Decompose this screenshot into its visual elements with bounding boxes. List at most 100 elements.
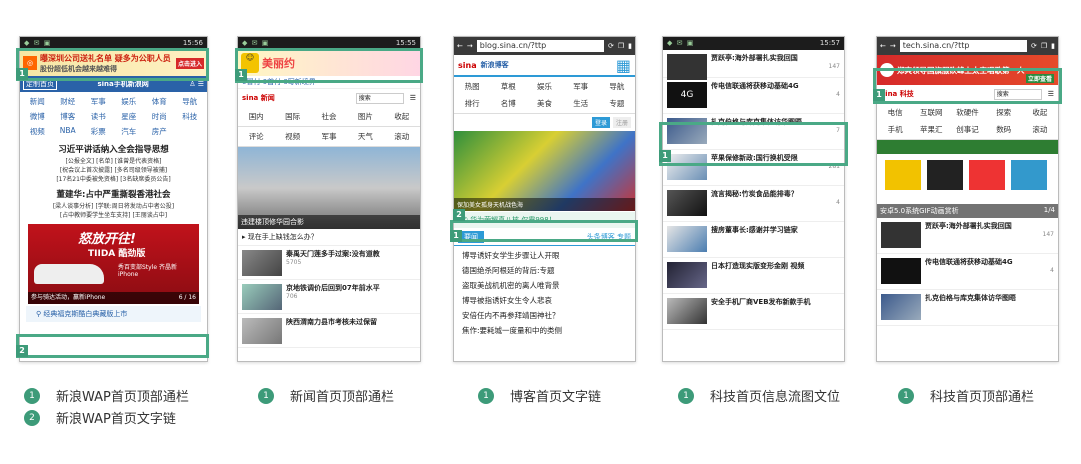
- menu-item[interactable]: 娱乐: [114, 96, 145, 107]
- bookmark-icon[interactable]: ▮: [1051, 42, 1055, 50]
- featured-image[interactable]: 安卓5.0系统GIF动画赏析 1/4: [877, 140, 1058, 218]
- list-item[interactable]: 搜房董事长:感谢并学习链家: [663, 222, 844, 258]
- login-button[interactable]: 登录: [591, 117, 610, 128]
- text-link-row[interactable]: ✆ 华为荣耀真八核 仅需998！: [454, 212, 635, 228]
- back-icon[interactable]: ←: [880, 42, 886, 50]
- nav-item[interactable]: 创事记: [949, 124, 985, 135]
- menu-item[interactable]: 星座: [114, 111, 145, 122]
- nav-item[interactable]: 互联网: [913, 107, 949, 118]
- refresh-icon[interactable]: ⟳: [608, 42, 614, 50]
- list-item[interactable]: 4G 传电信联通将获移动基础4G 4: [663, 78, 844, 114]
- menu-item[interactable]: 读书: [83, 111, 114, 122]
- menu-item[interactable]: 微博: [22, 111, 53, 122]
- text-link[interactable]: [占中教师要学生坐车支持]: [60, 212, 131, 219]
- menu-item[interactable]: 时尚: [144, 111, 175, 122]
- menu-item[interactable]: 财经: [53, 96, 84, 107]
- nav-item[interactable]: 生活: [563, 98, 599, 109]
- list-item[interactable]: 博导诱奸女学生步骤让人开眼: [462, 248, 627, 263]
- text-link[interactable]: [多名司级领导被捕]: [114, 167, 167, 174]
- list-item[interactable]: 安全手机厂商VEB发布新款手机: [663, 294, 844, 330]
- list-item[interactable]: 扎克伯格与库克集体访华图晤 7: [663, 114, 844, 150]
- menu-item[interactable]: 彩票: [83, 126, 114, 137]
- nav-item[interactable]: 评论: [238, 131, 274, 142]
- list-item[interactable]: 流言揭秘:竹炭食品能排毒？ 4: [663, 186, 844, 222]
- menu-item[interactable]: 军事: [83, 96, 114, 107]
- list-item[interactable]: 日本打造现实版变形金刚 视频: [663, 258, 844, 294]
- ad-button[interactable]: 立即查看: [1025, 74, 1054, 83]
- list-item[interactable]: 博导被指诱奸女生令人悲哀: [462, 293, 627, 308]
- list-item[interactable]: 苹果保修新政:国行换机受限 281: [663, 150, 844, 186]
- list-item[interactable]: 贾跃亭:海外部署扎实我回国 147: [877, 218, 1058, 254]
- nav-item[interactable]: 名博: [490, 98, 526, 109]
- menu-icon[interactable]: ☰: [1048, 90, 1054, 98]
- text-link[interactable]: [谁曾是代表资格]: [115, 158, 162, 165]
- featured-image[interactable]: 违建楼顶修华园合影: [238, 147, 420, 229]
- grid-menu-icon[interactable]: ▦: [616, 56, 631, 75]
- list-item[interactable]: 盗取美战机机密的离人唯背景: [462, 278, 627, 293]
- nav-item[interactable]: 美食: [526, 98, 562, 109]
- forward-icon[interactable]: →: [890, 42, 896, 50]
- text-link[interactable]: [学联:周日将发动占中者公投]: [95, 203, 174, 210]
- list-title[interactable]: ▸ 现在手上缺钱怎么办？: [238, 229, 420, 246]
- menu-item[interactable]: 新闻: [22, 96, 53, 107]
- list-item[interactable]: 传电信联通将获移动基础4G 4: [877, 254, 1058, 290]
- nav-item[interactable]: 苹果汇: [913, 124, 949, 135]
- user-icon[interactable]: ♙ ☰: [189, 80, 204, 88]
- list-item[interactable]: 京地铁调价后回到07年前水平 706: [238, 280, 420, 314]
- menu-item[interactable]: 博客: [53, 111, 84, 122]
- custom-home-button[interactable]: 定制首页: [23, 78, 57, 90]
- nav-item[interactable]: 草根: [490, 81, 526, 92]
- headline[interactable]: 习近平讲话纳入全会指导思想: [24, 143, 203, 155]
- nav-item[interactable]: 热图: [454, 81, 490, 92]
- list-item[interactable]: 秦禹天门莲多手过案:没有道教 5705: [238, 246, 420, 280]
- menu-item[interactable]: 体育: [144, 96, 175, 107]
- url-field[interactable]: blog.sina.cn/?ttp: [476, 40, 604, 52]
- menu-item[interactable]: 视频: [22, 126, 53, 137]
- nav-item[interactable]: 军事: [563, 81, 599, 92]
- refresh-icon[interactable]: ⟳: [1031, 42, 1037, 50]
- headline[interactable]: 董建华:占中严重撕裂香港社会: [24, 188, 203, 200]
- text-link[interactable]: [梁人谈事分析]: [53, 203, 94, 210]
- list-item[interactable]: 德国绝杀阿根廷的背后:专题: [462, 263, 627, 278]
- list-item[interactable]: 陕西渭南力县市考核未过保留: [238, 314, 420, 348]
- text-link[interactable]: [祝会议上首次披露]: [60, 167, 113, 174]
- nav-item[interactable]: 滚动: [384, 131, 420, 142]
- section-links[interactable]: 头条博客 专题: [587, 232, 631, 242]
- news-ticker[interactable]: 0冒付 0首付 0写新境界: [238, 76, 420, 89]
- url-field[interactable]: tech.sina.cn/?ttp: [899, 40, 1027, 52]
- nav-item[interactable]: 专题: [599, 98, 635, 109]
- text-link[interactable]: [王丽谈占中]: [132, 212, 167, 219]
- menu-item[interactable]: NBA: [53, 126, 84, 137]
- menu-item[interactable]: 科技: [175, 111, 206, 122]
- bookmark-icon[interactable]: ▮: [628, 42, 632, 50]
- text-link-row[interactable]: ⚲ 经典福克斯酷白典藏版上市: [26, 306, 201, 322]
- featured-image[interactable]: 保加美女孤身天机战色海: [454, 131, 635, 211]
- nav-item[interactable]: 国际: [274, 111, 310, 122]
- nissan-banner[interactable]: 怒放开往! TIIDA 酷劲版 秀百变部Style 齐晶新iPhone 参与骑达…: [28, 224, 199, 304]
- nav-item[interactable]: 收起: [384, 111, 420, 122]
- nav-item[interactable]: 图片: [347, 111, 383, 122]
- nav-item[interactable]: 排行: [454, 98, 490, 109]
- text-link[interactable]: [名单]: [96, 158, 113, 165]
- nav-item[interactable]: 探索: [986, 107, 1022, 118]
- nav-item[interactable]: 手机: [877, 124, 913, 135]
- nav-item[interactable]: 滚动: [1022, 124, 1058, 135]
- text-link[interactable]: [3名缺席委员公告]: [120, 176, 171, 183]
- menu-item[interactable]: 导航: [175, 96, 206, 107]
- nav-item[interactable]: 国内: [238, 111, 274, 122]
- search-box[interactable]: 搜索: [993, 88, 1042, 100]
- top-banner-ad[interactable]: 郑爽领导国旗服砍峰上太空唱歌第一人 立即查看: [877, 55, 1058, 85]
- search-box[interactable]: 搜索: [355, 92, 404, 104]
- forward-icon[interactable]: →: [467, 42, 473, 50]
- register-button[interactable]: 注册: [612, 117, 631, 128]
- text-link[interactable]: [公报全文]: [66, 158, 95, 165]
- top-banner-ad[interactable]: ◎ 曝深圳公司送礼名单 疑多为公职人员 股份超低机会越来越难得 点击进入: [20, 50, 207, 76]
- menu-item[interactable]: 汽车: [114, 126, 145, 137]
- tabs-icon[interactable]: ❐: [618, 42, 624, 50]
- ad-button[interactable]: 点击进入: [175, 57, 204, 69]
- nav-item[interactable]: 收起: [1022, 107, 1058, 118]
- list-item[interactable]: 贾跃亭:海外部署扎实我回国 147: [663, 50, 844, 80]
- nav-item[interactable]: 天气: [347, 131, 383, 142]
- nav-item[interactable]: 军事: [311, 131, 347, 142]
- nav-item[interactable]: 电信: [877, 107, 913, 118]
